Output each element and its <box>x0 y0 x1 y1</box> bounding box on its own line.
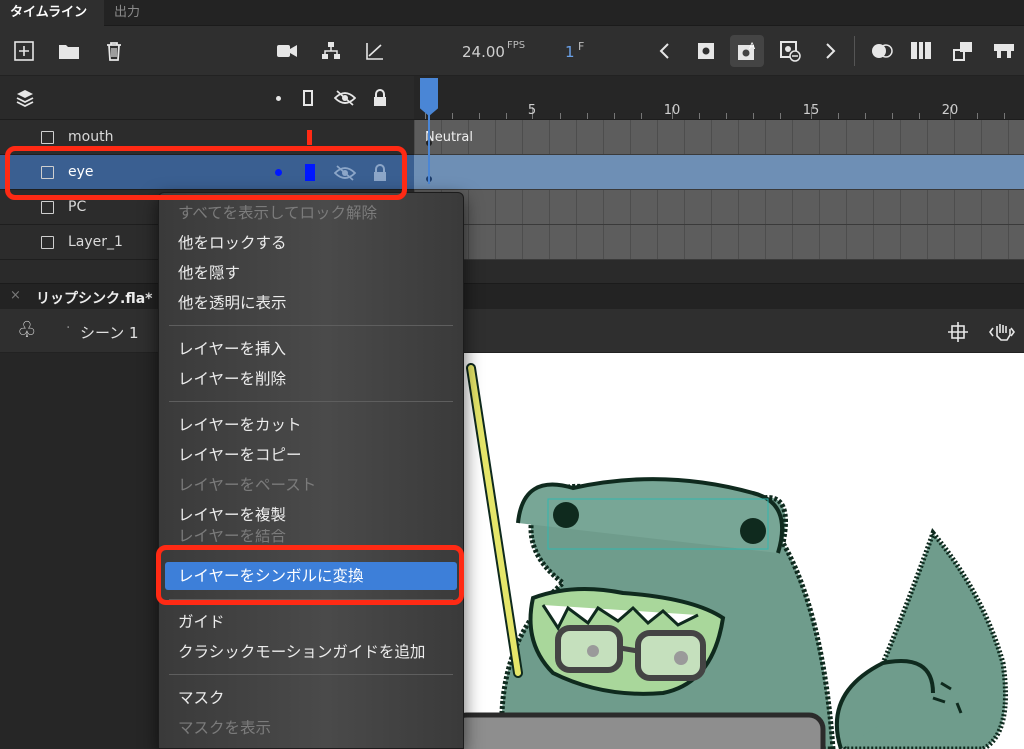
menu-item-add-classic-motion-guide[interactable]: クラシックモーションガイドを追加 <box>159 638 463 666</box>
menu-item-cut-layer[interactable]: レイヤーをカット <box>159 411 463 439</box>
menu-item-hide-others[interactable]: 他を隠す <box>159 259 463 287</box>
annotation-highlight-eye-layer <box>5 146 407 200</box>
layer-header <box>0 76 414 120</box>
document-tab-bar: × リップシンク.fla* <box>0 283 1024 309</box>
tab-output[interactable]: 出力 <box>104 0 150 26</box>
scene-icon[interactable]: ♧ <box>17 318 37 343</box>
menu-separator <box>169 674 453 675</box>
fps-value[interactable]: 24.00 <box>462 43 505 61</box>
scene-bar: ♧ · シーン 1 <box>0 309 1024 353</box>
previous-frame-icon[interactable] <box>652 39 676 63</box>
menu-item-show-masking: マスクを表示 <box>178 719 272 737</box>
stage[interactable] <box>463 353 1024 749</box>
frame-ruler[interactable]: 5 10 15 20 <box>414 76 1024 120</box>
frame-row-pc[interactable] <box>414 190 1024 225</box>
layers-icon[interactable] <box>14 87 36 109</box>
playhead-line <box>428 114 430 184</box>
menu-item-mask[interactable]: マスク <box>159 684 463 712</box>
ruler-label: 10 <box>663 103 681 118</box>
lock-all-icon[interactable] <box>369 87 391 109</box>
layer-icon <box>41 201 54 214</box>
toolbar-divider <box>854 36 855 66</box>
frame-unit: F <box>578 40 585 53</box>
menu-item-lock-others[interactable]: 他をロックする <box>159 229 463 257</box>
layer-name: PC <box>68 199 87 215</box>
menu-separator <box>169 325 453 326</box>
layer-list-empty <box>0 260 1024 283</box>
breadcrumb-separator: · <box>66 320 71 336</box>
insert-blank-keyframe-icon[interactable] <box>778 39 802 63</box>
close-icon[interactable]: × <box>10 288 21 303</box>
panel-tab-bar: タイムライン 出力 <box>0 0 1024 26</box>
layer-toolbar <box>0 26 414 76</box>
edit-multiple-frames-icon[interactable] <box>908 39 934 63</box>
ruler-label: 5 <box>527 103 537 118</box>
ruler-label: 20 <box>941 103 959 118</box>
frog-illustration <box>463 363 1008 749</box>
parenting-icon[interactable] <box>319 39 343 63</box>
layer-color-marker <box>307 130 312 145</box>
menu-item-copy-layer[interactable]: レイヤーをコピー <box>159 441 463 469</box>
timeline-toolbar: 24.00 FPS 1 F A <box>414 26 1024 76</box>
delete-layer-icon[interactable] <box>102 39 126 63</box>
outline-icon[interactable] <box>303 90 313 106</box>
frame-row-mouth[interactable]: Neutral <box>414 120 1024 155</box>
menu-item-others-outline[interactable]: 他を透明に表示 <box>159 289 463 317</box>
svg-text:A: A <box>749 42 756 52</box>
layer-icon <box>41 131 54 144</box>
layer-name: mouth <box>68 129 114 145</box>
center-stage-icon[interactable] <box>946 320 970 344</box>
layer-name: Layer_1 <box>68 234 123 250</box>
next-frame-icon[interactable] <box>819 39 843 63</box>
menu-item-show-all-unlock: すべてを表示してロック解除 <box>178 204 378 222</box>
frame-label: Neutral <box>425 130 473 145</box>
playhead[interactable] <box>420 78 438 116</box>
current-frame[interactable]: 1 <box>565 43 575 61</box>
annotation-highlight-convert-menu <box>156 545 464 605</box>
new-layer-icon[interactable] <box>12 39 36 63</box>
menu-item-merge-layers: レイヤーを結合 <box>178 529 287 543</box>
hide-all-icon[interactable] <box>333 87 357 109</box>
menu-item-paste-layer: レイヤーをペースト <box>178 476 317 494</box>
camera-icon[interactable] <box>275 39 299 63</box>
menu-separator <box>169 401 453 402</box>
auto-keyframe-icon[interactable]: A <box>730 35 764 67</box>
menu-item-guide[interactable]: ガイド <box>159 608 463 636</box>
frame-row-eye[interactable] <box>414 155 1024 190</box>
onion-skin-icon[interactable] <box>869 39 895 63</box>
scene-name[interactable]: シーン 1 <box>80 322 139 343</box>
ruler-label: 15 <box>802 103 820 118</box>
layer-icon <box>41 236 54 249</box>
insert-tween-icon[interactable] <box>991 39 1017 63</box>
rotate-hand-icon[interactable] <box>988 319 1016 345</box>
insert-keyframe-icon[interactable] <box>694 39 718 63</box>
graph-icon[interactable] <box>363 39 387 63</box>
menu-item-insert-layer[interactable]: レイヤーを挿入 <box>159 335 463 363</box>
frame-row-layer1[interactable] <box>414 225 1024 260</box>
fps-unit: FPS <box>507 40 526 51</box>
document-tab[interactable]: リップシンク.fla* <box>36 288 152 308</box>
tab-timeline[interactable]: タイムライン <box>0 0 104 26</box>
menu-item-duplicate-layer[interactable]: レイヤーを複製 <box>159 501 463 529</box>
layer-context-menu: すべてを表示してロック解除 他をロックする 他を隠す 他を透明に表示 レイヤーを… <box>158 192 464 749</box>
highlight-dot-icon[interactable] <box>276 96 281 101</box>
menu-item-delete-layer[interactable]: レイヤーを削除 <box>159 365 463 393</box>
create-tween-icon[interactable] <box>950 39 976 63</box>
new-folder-icon[interactable] <box>57 39 81 63</box>
